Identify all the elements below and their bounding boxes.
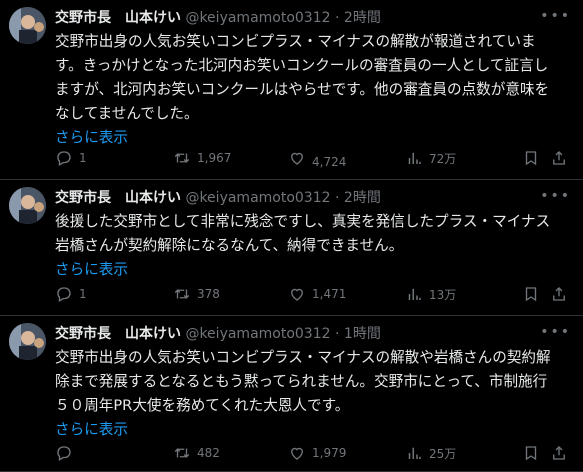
share-button[interactable]: [550, 148, 568, 168]
repost-count: 482: [197, 446, 220, 460]
display-name[interactable]: 交野市長 山本けい: [55, 10, 181, 26]
bookmark-icon: [525, 287, 537, 302]
views-count: 25万: [429, 446, 457, 461]
tweet-text-line: ５０周年PR大使を務めてくれた大恩人です。: [55, 397, 350, 414]
like-count: 1,471: [312, 287, 347, 301]
views-icon: [408, 152, 421, 164]
tweet-header: 交野市長 山本けい @keiyamamoto0312 · 2時間: [55, 8, 381, 28]
views-button[interactable]: 25万: [405, 443, 456, 463]
tweet-text-line: 後援した交野市として非常に残念ですし、真実を発信したプラス・マイナス: [55, 213, 551, 230]
repost-button[interactable]: 378: [173, 284, 220, 304]
reply-button[interactable]: 1: [55, 148, 87, 168]
more-icon[interactable]: •••: [540, 324, 571, 340]
repost-count: 378: [197, 287, 220, 301]
views-count: 13万: [429, 287, 457, 302]
action-bar: 482 1,979 25万: [55, 443, 571, 463]
reply-icon: [57, 446, 71, 461]
timestamp[interactable]: 1時間: [344, 326, 381, 342]
share-button[interactable]: [550, 443, 568, 463]
more-icon[interactable]: •••: [540, 188, 571, 204]
like-button[interactable]: 4,724: [288, 148, 347, 169]
tweet[interactable]: 交野市長 山本けい @keiyamamoto0312 · 2時間 ••• 交野市…: [0, 0, 583, 180]
tweet-text-line: 除まで発展するとなるともう黙ってられません。交野市にとって、市制施行: [55, 373, 548, 390]
handle[interactable]: @keiyamamoto0312: [185, 190, 330, 206]
tweet-text-line: 交野市出身の人気お笑いコンビプラス・マイナスの解散が報道されていま: [55, 33, 536, 50]
handle[interactable]: @keiyamamoto0312: [185, 10, 330, 26]
reply-icon: [57, 287, 71, 302]
action-bar: 1 1,967 4,724 72万: [55, 148, 571, 169]
tweet-text: 交野市出身の人気お笑いコンビプラス・マイナスの解散が報道されていま す。きっかけ…: [55, 30, 575, 150]
tweet-text: 交野市出身の人気お笑いコンビプラス・マイナスの解散や岩橋さんの契約解 除まで発展…: [55, 346, 575, 442]
share-icon: [553, 151, 565, 165]
separator-dot: ·: [335, 10, 340, 26]
avatar[interactable]: [9, 323, 46, 360]
handle[interactable]: @keiyamamoto0312: [185, 326, 330, 342]
reply-button[interactable]: [55, 443, 79, 463]
like-button[interactable]: 1,471: [288, 284, 346, 304]
bookmark-button[interactable]: [522, 148, 540, 168]
views-button[interactable]: 13万: [405, 284, 456, 304]
bookmark-icon: [525, 446, 537, 461]
repost-button[interactable]: 482: [173, 443, 220, 463]
tweet-text-line: 岩橋さんが契約解除になるなんて、納得できません。: [55, 237, 404, 254]
repost-icon: [174, 289, 190, 299]
tweet-text-line: なしてませんでした。: [55, 105, 199, 122]
like-icon: [291, 288, 303, 301]
reply-count: 1: [79, 151, 87, 165]
views-icon: [408, 288, 421, 300]
like-count: 1,979: [312, 446, 347, 460]
bookmark-button[interactable]: [522, 443, 540, 463]
separator-dot: ·: [335, 326, 340, 342]
reply-button[interactable]: 1: [55, 284, 87, 304]
like-button[interactable]: 1,979: [288, 443, 346, 463]
like-icon: [291, 447, 303, 460]
like-icon: [291, 152, 303, 165]
more-icon[interactable]: •••: [540, 8, 571, 24]
bookmark-icon: [525, 151, 537, 166]
views-icon: [408, 447, 421, 459]
tweet-text: 後援した交野市として非常に残念ですし、真実を発信したプラス・マイナス 岩橋さんが…: [55, 210, 575, 282]
tweet[interactable]: 交野市長 山本けい @keiyamamoto0312 · 1時間 ••• 交野市…: [0, 316, 583, 472]
views-button[interactable]: 72万: [405, 148, 456, 168]
tweet-text-line: す。きっかけとなった北河内お笑いコンクールの審査員の一人として証言し: [55, 57, 549, 74]
avatar[interactable]: [9, 187, 46, 224]
share-icon: [553, 446, 565, 460]
reply-icon: [57, 151, 71, 166]
tweet-text-line: ますが、北河内お笑いコンクールはやらせです。他の審査員の点数が意味を: [55, 81, 550, 98]
show-more-link[interactable]: さらに表示: [55, 418, 575, 442]
share-icon: [553, 287, 565, 301]
tweet-text-line: 交野市出身の人気お笑いコンビプラス・マイナスの解散や岩橋さんの契約解: [55, 349, 551, 366]
show-more-link[interactable]: さらに表示: [55, 126, 575, 150]
display-name[interactable]: 交野市長 山本けい: [55, 326, 181, 342]
show-more-link[interactable]: さらに表示: [55, 258, 575, 282]
tweet-header: 交野市長 山本けい @keiyamamoto0312 · 2時間: [55, 188, 381, 208]
avatar[interactable]: [9, 7, 46, 44]
repost-icon: [174, 448, 190, 458]
timestamp[interactable]: 2時間: [344, 190, 381, 206]
action-bar: 1 378 1,471 13万: [55, 284, 571, 304]
repost-icon: [174, 153, 190, 163]
tweet[interactable]: 交野市長 山本けい @keiyamamoto0312 · 2時間 ••• 後援し…: [0, 180, 583, 316]
tweet-header: 交野市長 山本けい @keiyamamoto0312 · 1時間: [55, 324, 381, 344]
timestamp[interactable]: 2時間: [344, 10, 381, 26]
share-button[interactable]: [550, 284, 568, 304]
bookmark-button[interactable]: [522, 284, 540, 304]
like-count: 4,724: [312, 155, 347, 169]
separator-dot: ·: [335, 190, 340, 206]
display-name[interactable]: 交野市長 山本けい: [55, 190, 181, 206]
views-count: 72万: [429, 151, 457, 166]
repost-button[interactable]: 1,967: [173, 148, 231, 168]
repost-count: 1,967: [197, 151, 232, 165]
reply-count: 1: [79, 287, 87, 301]
